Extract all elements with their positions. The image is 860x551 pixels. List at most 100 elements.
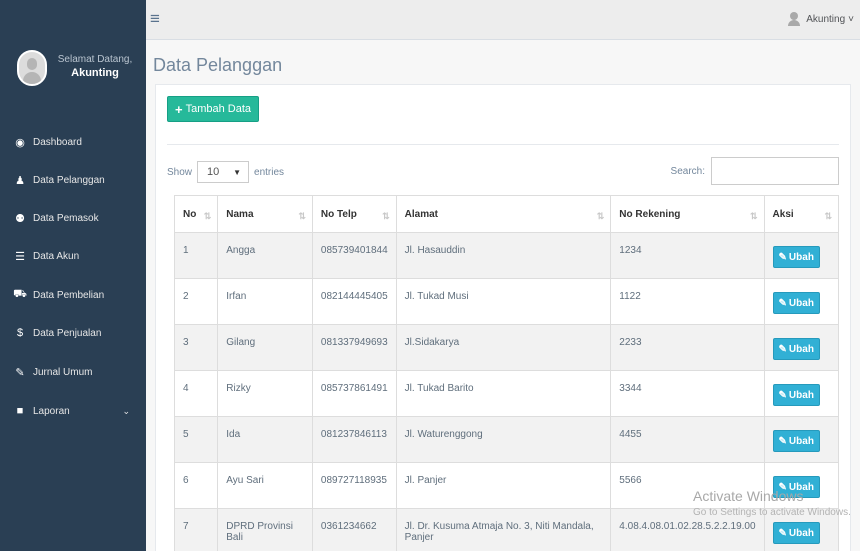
sidebar-item-laporan[interactable]: ■ Laporan ⌄ (0, 400, 146, 422)
table-header-row: No ⇅ Nama ⇅ No Telp ⇅ Alamat ⇅ No Rekening ⇅ … (173, 195, 840, 233)
column-header-label: Aksi (772, 209, 794, 220)
column-header-aksi[interactable]: Aksi ⇅ (763, 195, 840, 233)
cell-alamat: Jl. Tukad Musi (395, 278, 612, 325)
pencil-icon: ✎ (778, 297, 787, 309)
user-avatar-icon (788, 12, 801, 26)
cell-telp: 081237846113 (311, 416, 397, 463)
sidebar-item-data-pelanggan[interactable]: ♟ Data Pelanggan (0, 169, 146, 191)
cell-rekening: 4455 (610, 416, 765, 463)
sidebar-item-label: Data Pemasok (33, 212, 99, 224)
column-header-nama[interactable]: Nama ⇅ (217, 195, 313, 233)
activation-watermark-title: Activate Windows (693, 488, 804, 504)
dollar-icon: $ (16, 327, 24, 339)
entries-select-value: 10 (207, 166, 220, 178)
pencil-icon: ✎ (778, 389, 787, 401)
edit-button-label: Ubah (788, 435, 814, 447)
sidebar-item-label: Data Pelanggan (33, 174, 105, 186)
pencil-icon: ✎ (778, 343, 787, 355)
sidebar-item-label: Data Penjualan (33, 327, 102, 339)
sidebar-item-data-akun[interactable]: ☰ Data Akun (0, 245, 146, 267)
column-header-label: Nama (226, 209, 254, 220)
caret-down-icon: ˅ (848, 13, 854, 25)
column-header-alamat[interactable]: Alamat ⇅ (395, 195, 612, 233)
cell-telp: 0361234662 (311, 508, 397, 551)
sidebar: Selamat Datang, Akunting ◉ Dashboard ♟ D… (0, 0, 146, 551)
sort-icon: ⇅ (824, 211, 832, 221)
column-header-label: Alamat (404, 209, 439, 220)
sidebar-item-data-pemasok[interactable]: ⚉ Data Pemasok (0, 207, 146, 229)
profile-username: Akunting (71, 67, 119, 79)
list-icon: ☰ (15, 250, 25, 263)
cell-alamat: Jl. Panjer (395, 462, 612, 509)
entries-length-control: Show 10 ▼ entries (167, 161, 284, 183)
content-panel: + Tambah Data Show 10 ▼ entries Search: … (155, 84, 851, 551)
file-icon: ■ (16, 405, 24, 417)
column-header-label: No Rekening (619, 209, 681, 220)
cell-nama: Ayu Sari (217, 462, 313, 509)
main-content: Data Pelanggan + Tambah Data Show 10 ▼ e… (146, 40, 860, 551)
cell-telp: 085739401844 (311, 232, 397, 279)
column-header-no[interactable]: No ⇅ (173, 195, 219, 233)
edit-button-label: Ubah (788, 343, 814, 355)
cell-telp: 089727118935 (311, 462, 397, 509)
sidebar-item-dashboard[interactable]: ◉ Dashboard (0, 131, 146, 153)
menu-toggle-icon[interactable]: ≡ (150, 10, 160, 27)
cell-aksi: ✎ Ubah (763, 324, 840, 371)
edit-button[interactable]: ✎ Ubah (772, 292, 820, 314)
cell-telp: 085737861491 (311, 370, 397, 417)
column-header-label: No (183, 209, 197, 220)
cell-no: 6 (173, 462, 219, 509)
cell-no: 3 (173, 324, 219, 371)
sidebar-item-label: Jurnal Umum (33, 366, 93, 378)
cell-rekening: 1234 (610, 232, 765, 279)
column-header-no-telp[interactable]: No Telp ⇅ (311, 195, 397, 233)
page-title: Data Pelanggan (153, 55, 283, 75)
table-row: 4 Rizky 085737861491 Jl. Tukad Barito 33… (173, 370, 840, 417)
cell-telp: 081337949693 (311, 324, 397, 371)
sidebar-item-data-pembelian[interactable]: ⛟ Data Pembelian (0, 284, 146, 306)
table-row: 3 Gilang 081337949693 Jl.Sidakarya 2233 … (173, 324, 840, 371)
sort-icon: ⇅ (203, 211, 212, 221)
cell-aksi: ✎ Ubah (763, 278, 840, 325)
cell-aksi: ✎ Ubah (763, 416, 840, 463)
edit-button[interactable]: ✎ Ubah (772, 430, 820, 452)
column-header-no-rekening[interactable]: No Rekening ⇅ (610, 195, 765, 233)
avatar (17, 50, 47, 86)
search-label: Search: (670, 165, 705, 177)
plus-icon: + (175, 101, 183, 117)
cell-nama: Irfan (217, 278, 313, 325)
sidebar-header (0, 0, 146, 46)
cell-telp: 082144445405 (311, 278, 397, 325)
cell-alamat: Jl. Waturenggong (395, 416, 612, 463)
search-input[interactable] (711, 157, 839, 185)
profile-block: Selamat Datang, Akunting (0, 46, 146, 106)
edit-button[interactable]: ✎ Ubah (772, 384, 820, 406)
user-menu[interactable]: Akunting ˅ (788, 12, 854, 26)
user-menu-label: Akunting (806, 13, 846, 25)
pencil-icon: ✎ (778, 435, 787, 447)
edit-button[interactable]: ✎ Ubah (772, 246, 820, 268)
entries-select[interactable]: 10 ▼ (197, 161, 250, 183)
cell-no: 7 (173, 508, 219, 551)
pencil-icon: ✎ (778, 527, 787, 539)
cell-nama: Angga (217, 232, 313, 279)
edit-button-label: Ubah (788, 251, 814, 263)
users-icon: ⚉ (15, 212, 25, 225)
edit-button[interactable]: ✎ Ubah (772, 522, 820, 544)
user-icon: ♟ (15, 174, 25, 187)
edit-button[interactable]: ✎ Ubah (772, 338, 820, 360)
chevron-down-icon: ▼ (233, 167, 242, 177)
sidebar-item-jurnal-umum[interactable]: ✎ Jurnal Umum (0, 361, 146, 383)
cell-aksi: ✎ Ubah (763, 232, 840, 279)
cell-no: 4 (173, 370, 219, 417)
chevron-down-icon: ⌄ (122, 405, 130, 416)
cell-rekening: 1122 (610, 278, 765, 325)
sidebar-item-label: Laporan (33, 405, 70, 417)
cell-rekening: 2233 (610, 324, 765, 371)
activation-watermark-subtitle: Go to Settings to activate Windows. (693, 507, 851, 518)
edit-button-label: Ubah (788, 389, 814, 401)
sidebar-item-data-penjualan[interactable]: $ Data Penjualan (0, 322, 146, 344)
cell-alamat: Jl. Hasauddin (395, 232, 612, 279)
sidebar-item-label: Data Akun (33, 250, 80, 262)
add-data-button[interactable]: + Tambah Data (167, 96, 260, 122)
